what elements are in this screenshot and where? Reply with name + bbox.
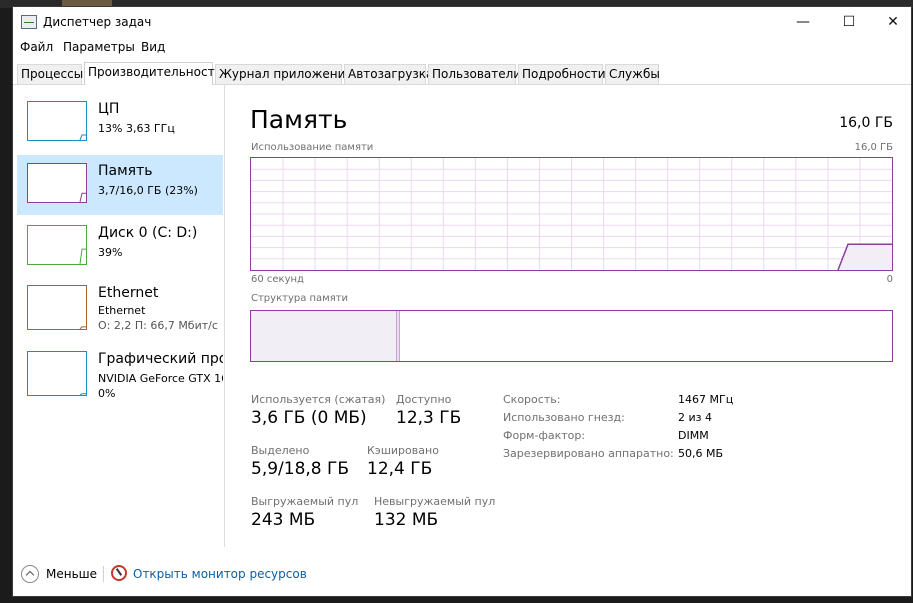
slots-used-label: Использовано гнезд: (503, 411, 625, 424)
task-manager-icon (21, 15, 37, 29)
mini-graph-line (79, 248, 86, 265)
maximize-button[interactable]: ☐ (831, 11, 867, 33)
mini-graph-line (79, 393, 86, 396)
ethernet-mini-graph (27, 285, 87, 330)
hardware-reserved-label: Зарезервировано аппаратно: (503, 447, 674, 460)
available-value: 12,3 ГБ (396, 408, 462, 428)
memory-usage-graph (250, 157, 893, 271)
gpu-mini-graph (27, 351, 87, 396)
tab-details[interactable]: Подробности (518, 64, 606, 84)
disk-mini-graph (27, 225, 87, 265)
sidebar-item-label: Диск 0 (C: D:) (98, 225, 198, 241)
mini-graph-line (79, 326, 86, 330)
sidebar-item-detail: 39% (98, 246, 123, 259)
form-factor-value: DIMM (678, 429, 709, 442)
sidebar-item-gpu[interactable]: Графический процессор 0 NVIDIA GeForce G… (17, 343, 223, 407)
menu-options[interactable]: Параметры (63, 40, 135, 54)
page-title: Память (250, 105, 348, 134)
graph-time-start: 60 секунд (251, 274, 304, 285)
sidebar-item-disk[interactable]: Диск 0 (C: D:) 39% (17, 217, 223, 277)
cached-label: Кэшировано (367, 444, 439, 457)
committed-value: 5,9/18,8 ГБ (251, 459, 350, 479)
memory-details-panel: Память 16,0 ГБ Использование памяти 16,0… (237, 85, 911, 547)
mini-graph-line (79, 192, 86, 203)
in-use-label: Используется (сжатая) (251, 393, 386, 406)
paged-pool-value: 243 МБ (251, 510, 316, 530)
memory-mini-graph (27, 163, 87, 203)
available-label: Доступно (396, 393, 452, 406)
memory-composition-bar (250, 310, 893, 362)
graph-time-end: 0 (886, 274, 893, 285)
usage-graph-label: Использование памяти (251, 142, 374, 153)
tab-users[interactable]: Пользователи (428, 64, 521, 84)
footer-divider (103, 566, 104, 582)
minimize-button[interactable]: — (785, 11, 821, 33)
sidebar-item-usage: 0% (98, 387, 116, 400)
sidebar-item-memory[interactable]: Память 3,7/16,0 ГБ (23%) (17, 155, 223, 215)
tab-app-history[interactable]: Журнал приложений (215, 64, 353, 84)
sidebar-item-rate: О: 2,2 П: 66,7 Мбит/с (98, 319, 218, 332)
usage-graph-max: 16,0 ГБ (854, 142, 893, 153)
open-resource-monitor-link[interactable]: Открыть монитор ресурсов (133, 567, 307, 581)
tab-processes[interactable]: Процессы (17, 64, 83, 84)
sidebar-item-detail: 3,7/16,0 ГБ (23%) (98, 184, 198, 197)
tab-services[interactable]: Службы (605, 64, 660, 84)
form-factor-label: Форм-фактор: (503, 429, 586, 442)
total-memory: 16,0 ГБ (839, 115, 893, 131)
sidebar-item-label: ЦП (98, 101, 120, 117)
cached-value: 12,4 ГБ (367, 459, 433, 479)
speed-label: Скорость: (503, 393, 561, 406)
nonpaged-pool-value: 132 МБ (374, 510, 439, 530)
menu-bar: Файл Параметры Вид (13, 38, 911, 58)
hardware-reserved-value: 50,6 МБ (678, 447, 724, 460)
chevron-up-icon[interactable] (21, 565, 39, 583)
resource-monitor-icon[interactable] (111, 565, 127, 581)
fewer-details-button[interactable]: Меньше (46, 567, 97, 581)
nonpaged-pool-label: Невыгружаемый пул (374, 495, 496, 508)
sidebar-item-detail: Ethernet (98, 304, 146, 317)
tab-performance[interactable]: Производительность (84, 62, 222, 85)
cpu-mini-graph (27, 101, 87, 141)
close-button[interactable]: ✕ (875, 11, 911, 33)
memory-structure-label: Структура памяти (251, 293, 349, 304)
sidebar-item-detail: NVIDIA GeForce GTX 1660 (98, 372, 223, 385)
window-title: Диспетчер задач (43, 15, 152, 29)
sidebar-item-ethernet[interactable]: Ethernet Ethernet О: 2,2 П: 66,7 Мбит/с (17, 277, 223, 341)
paged-pool-label: Выгружаемый пул (251, 495, 359, 508)
task-manager-window: Диспетчер задач — ☐ ✕ Файл Параметры Вид… (12, 6, 912, 597)
mini-graph-line (79, 134, 86, 141)
tab-startup[interactable]: Автозагрузка (344, 64, 433, 84)
performance-sidebar: ЦП 13% 3,63 ГГц Память 3,7/16,0 ГБ (23%)… (13, 85, 225, 547)
tab-strip: Процессы Производительность Журнал прило… (13, 62, 911, 85)
title-bar: Диспетчер задач — ☐ ✕ (13, 7, 911, 37)
speed-value: 1467 МГц (678, 393, 734, 406)
menu-view[interactable]: Вид (141, 40, 165, 54)
sidebar-item-cpu[interactable]: ЦП 13% 3,63 ГГц (17, 93, 223, 153)
sidebar-item-label: Память (98, 163, 153, 179)
sidebar-item-label: Ethernet (98, 285, 159, 301)
sidebar-item-label: Графический процессор 0 (98, 351, 223, 367)
committed-label: Выделено (251, 444, 310, 457)
footer-bar: Меньше Открыть монитор ресурсов (13, 559, 911, 589)
slots-used-value: 2 из 4 (678, 411, 712, 424)
sidebar-item-detail: 13% 3,63 ГГц (98, 122, 175, 135)
menu-file[interactable]: Файл (20, 40, 53, 54)
in-use-value: 3,6 ГБ (0 МБ) (251, 408, 367, 428)
memory-in-use-segment (251, 311, 397, 361)
memory-modified-segment (397, 311, 400, 361)
